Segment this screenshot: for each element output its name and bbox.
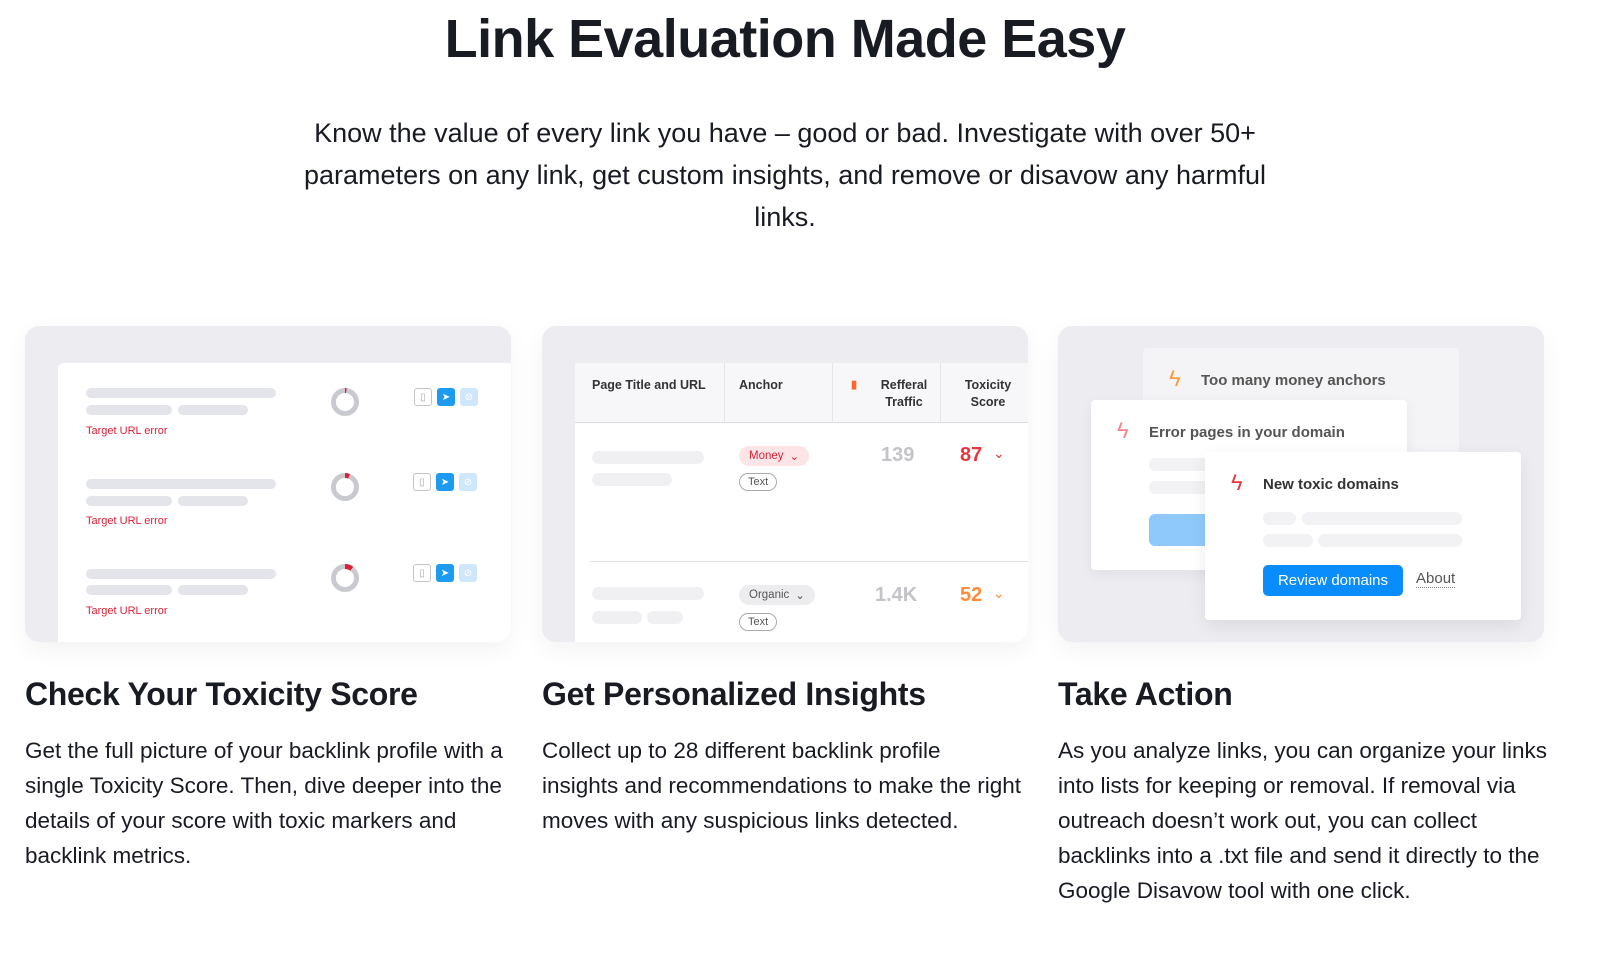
feature-description: As you analyze links, you can organize y… — [1058, 738, 1548, 903]
toxicity-donut — [331, 564, 359, 592]
lightning-icon: ϟ — [1169, 366, 1181, 391]
page-subtitle: Know the value of every link you have – … — [304, 118, 1266, 232]
chevron-down-icon: ⌄ — [789, 451, 800, 463]
toxicity-donut — [331, 473, 359, 501]
alert-card: ϟ New toxic domains Review domains About — [1205, 452, 1521, 620]
review-domains-button[interactable]: Review domains — [1263, 565, 1403, 596]
insights-table-illustration: Page Title and URL Anchor ▮ Refferal Tra… — [542, 326, 1028, 642]
chevron-down-icon[interactable]: ⌄ — [993, 585, 1005, 602]
anchor-tag: Text — [739, 613, 778, 631]
page-title: Link Evaluation Made Easy — [444, 9, 1126, 69]
feature-title: Get Personalized Insights — [542, 676, 926, 712]
bar-chart-icon: ▮ — [851, 379, 858, 391]
document-icon[interactable]: ▯ — [414, 388, 432, 406]
about-link[interactable]: About — [1416, 570, 1456, 588]
target-url-error: Target URL error — [86, 515, 168, 527]
backlinks-table: Page Title and URL Anchor ▮ Refferal Tra… — [575, 363, 1028, 642]
toxicity-score-illustration: Target URL error ▯ ➤ ⊘ Target URL error … — [25, 326, 511, 642]
feature-description: Collect up to 28 different backlink prof… — [542, 738, 1022, 833]
block-icon[interactable]: ⊘ — [460, 388, 478, 406]
toxicity-score-value: 52 — [960, 584, 983, 606]
toxicity-score-value: 87 — [960, 444, 983, 466]
target-url-error: Target URL error — [86, 605, 168, 617]
take-action-illustration: ϟ Too many money anchors ϟ Error pages i… — [1058, 326, 1544, 642]
block-icon[interactable]: ⊘ — [459, 473, 477, 491]
anchor-type-dropdown[interactable]: Money ⌄ — [739, 446, 810, 466]
alert-title: Error pages in your domain — [1149, 424, 1345, 441]
row-divider — [590, 561, 1028, 562]
column-header-toxicity-score[interactable]: Toxicity Score — [941, 363, 1028, 423]
block-icon[interactable]: ⊘ — [459, 564, 477, 582]
chevron-down-icon: ⌄ — [795, 590, 805, 602]
document-icon[interactable]: ▯ — [413, 473, 431, 491]
send-icon[interactable]: ➤ — [436, 564, 454, 582]
target-url-error: Target URL error — [86, 425, 168, 437]
feature-title: Check Your Toxicity Score — [25, 676, 418, 712]
lightning-icon: ϟ — [1117, 418, 1129, 443]
alert-title: Too many money anchors — [1201, 372, 1386, 389]
column-header-anchor[interactable]: Anchor — [725, 363, 833, 423]
anchor-tag: Text — [739, 473, 778, 491]
referral-traffic-value: 139 — [881, 444, 915, 466]
feature-title: Take Action — [1058, 676, 1233, 712]
toxicity-donut — [331, 388, 359, 416]
anchor-type-dropdown[interactable]: Organic ⌄ — [739, 585, 815, 605]
lightning-icon: ϟ — [1231, 470, 1243, 495]
send-icon[interactable]: ➤ — [436, 473, 454, 491]
alert-title: New toxic domains — [1263, 476, 1399, 493]
chevron-down-icon[interactable]: ⌄ — [993, 445, 1005, 462]
column-header-page-title[interactable]: Page Title and URL — [575, 363, 725, 423]
backlink-list-panel: Target URL error ▯ ➤ ⊘ Target URL error … — [58, 363, 511, 642]
feature-description: Get the full picture of your backlink pr… — [25, 738, 503, 868]
send-icon[interactable]: ➤ — [437, 388, 455, 406]
document-icon[interactable]: ▯ — [413, 564, 431, 582]
column-header-referral-traffic[interactable]: ▮ Refferal Traffic — [833, 363, 941, 423]
referral-traffic-value: 1.4K — [875, 584, 918, 606]
